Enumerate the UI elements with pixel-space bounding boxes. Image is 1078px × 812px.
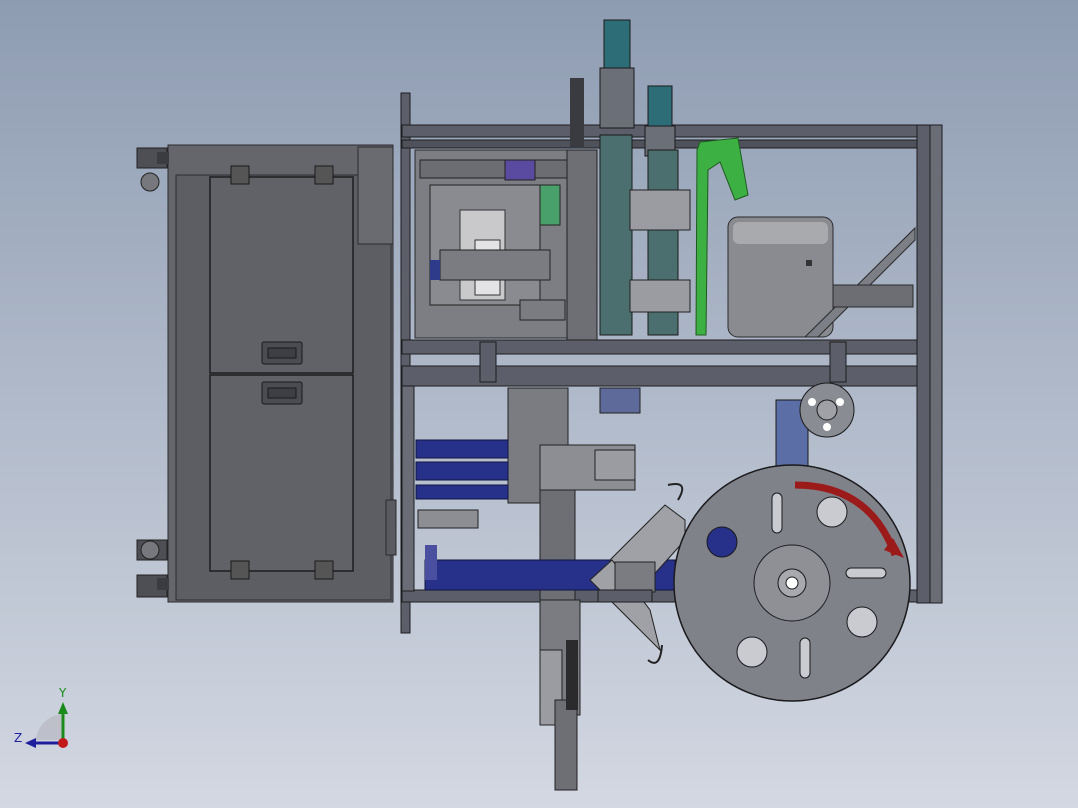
origin-point xyxy=(58,738,68,748)
y-axis-label: Y xyxy=(59,686,67,700)
electrical-cabinet[interactable] xyxy=(167,144,397,603)
cad-viewport[interactable]: Y Z xyxy=(0,0,1078,808)
large-reel[interactable] xyxy=(673,464,911,702)
upper-mechanism[interactable] xyxy=(414,149,598,341)
cad-model-view[interactable] xyxy=(0,0,1078,808)
z-axis-label: Z xyxy=(14,731,23,745)
